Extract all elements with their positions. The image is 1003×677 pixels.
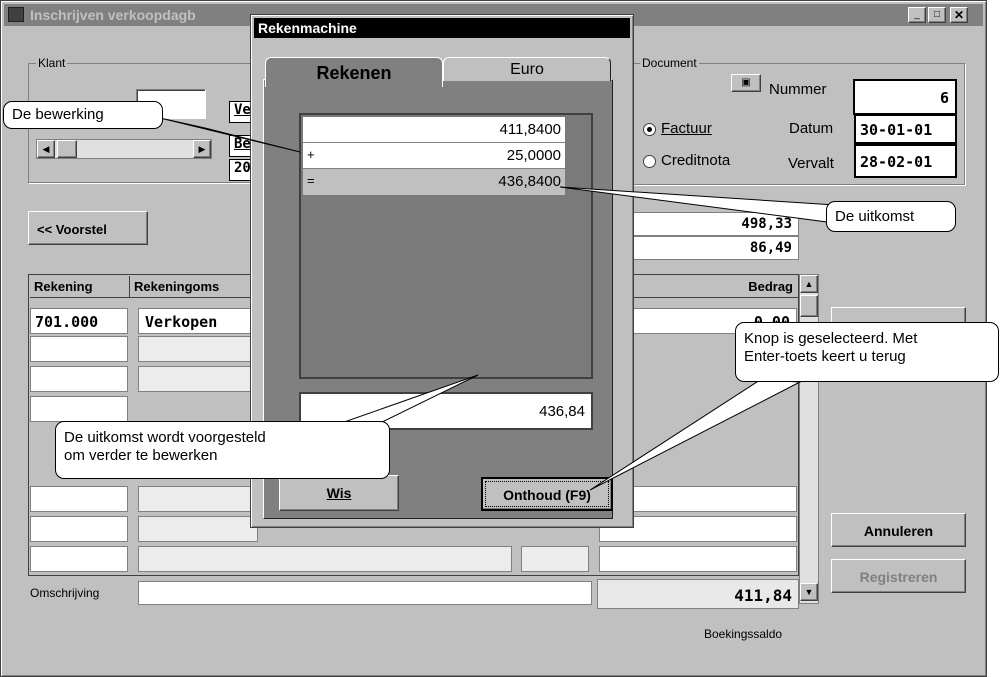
uitkomst-leader <box>559 186 836 224</box>
callout-knop-line2: Enter-toets keert u terug <box>744 348 906 365</box>
callout-knop-line1: Knop is geselecteerd. Met <box>744 330 918 347</box>
callout-voorgesteld-line2: om verder te bewerken <box>64 447 218 464</box>
callout-voorgesteld: De uitkomst wordt voorgesteld om verder … <box>55 421 390 479</box>
callout-knop: Knop is geselecteerd. Met Enter-toets ke… <box>735 322 999 382</box>
callout-bewerking: De bewerking <box>3 101 163 129</box>
knop-leader <box>589 379 802 491</box>
callout-voorgesteld-line1: De uitkomst wordt voorgesteld <box>64 429 266 446</box>
callout-uitkomst: De uitkomst <box>826 201 956 232</box>
bewerking-leader <box>159 117 301 153</box>
voorgesteld-leader <box>329 374 479 428</box>
